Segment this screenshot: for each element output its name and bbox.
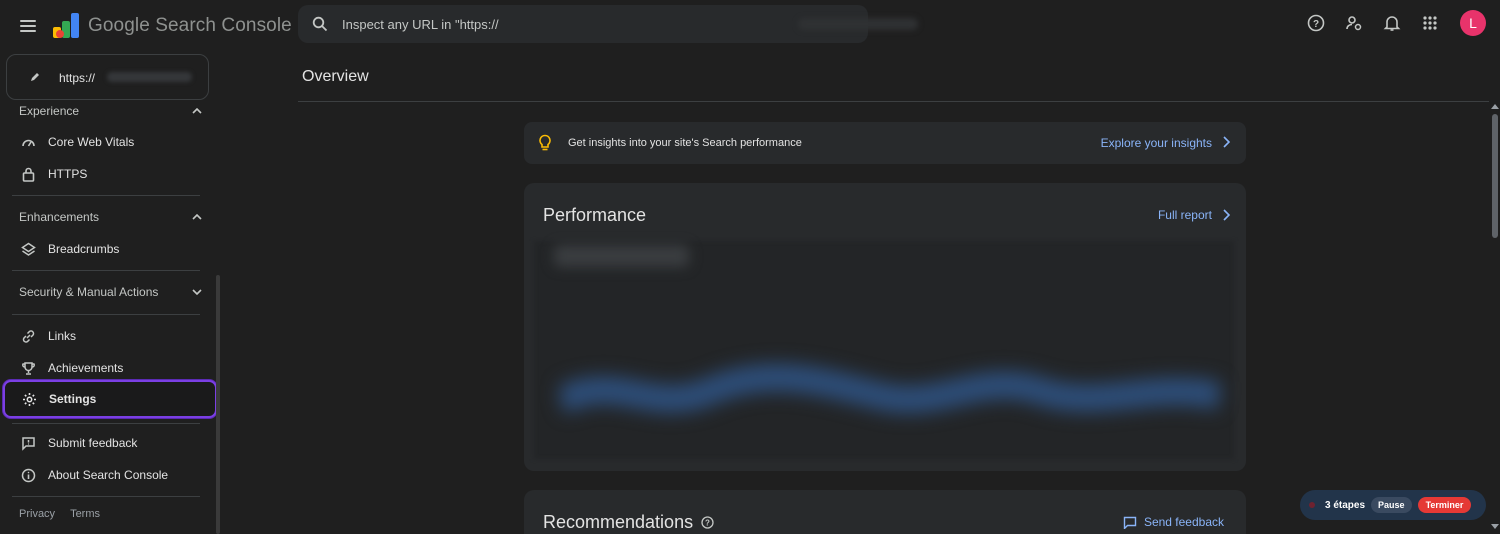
redacted-property xyxy=(107,72,192,82)
sidebar-footer: Privacy Terms xyxy=(19,508,100,520)
search-input[interactable] xyxy=(342,5,852,43)
help-icon[interactable]: ? xyxy=(1304,11,1328,35)
search-icon xyxy=(312,16,328,32)
url-inspection-search[interactable] xyxy=(298,5,918,43)
lock-icon xyxy=(20,166,36,182)
section-title: Security & Manual Actions xyxy=(19,285,159,299)
recommendations-title: Recommendations ? xyxy=(543,512,714,533)
redacted-chart-line xyxy=(560,363,1220,414)
section-enhancements[interactable]: Enhancements xyxy=(19,207,202,227)
page-title: Overview xyxy=(302,68,369,85)
sidebar-item-label: HTTPS xyxy=(48,167,88,181)
section-experience[interactable]: Experience xyxy=(19,101,202,121)
sidebar-item-https[interactable]: HTTPS xyxy=(6,159,212,189)
svg-text:?: ? xyxy=(705,519,710,528)
redacted-total-clicks xyxy=(554,245,689,267)
sidebar-item-core-web-vitals[interactable]: Core Web Vitals xyxy=(6,127,212,157)
sidebar-item-label: Links xyxy=(48,329,77,343)
full-report-link[interactable]: Full report xyxy=(1158,208,1212,222)
sidebar-item-label: Core Web Vitals xyxy=(48,135,135,149)
search-console-logo xyxy=(53,13,79,38)
section-title: Enhancements xyxy=(19,210,100,224)
sidebar-item-label: Achievements xyxy=(48,361,124,375)
step-count: 3 étapes xyxy=(1325,499,1366,511)
sidebar-item-breadcrumbs[interactable]: Breadcrumbs xyxy=(6,234,212,264)
redacted-url xyxy=(798,18,918,30)
help-icon[interactable]: ? xyxy=(701,516,714,529)
link-icon xyxy=(20,328,36,344)
sidebar-item-links[interactable]: Links xyxy=(6,321,212,351)
divider xyxy=(12,270,200,271)
main-scrollbar-thumb[interactable] xyxy=(1492,114,1498,238)
manage-users-icon[interactable] xyxy=(1342,11,1366,35)
account-avatar[interactable]: L xyxy=(1460,10,1486,36)
property-selector[interactable]: https:// xyxy=(6,54,209,100)
gauge-icon xyxy=(20,134,36,150)
performance-title: Performance xyxy=(543,205,647,225)
send-feedback-label: Send feedback xyxy=(1143,515,1224,529)
performance-card: Performance Full report xyxy=(524,183,1246,471)
recommendations-title-text: Recommendations xyxy=(543,512,694,532)
explore-insights-link[interactable]: Explore your insights xyxy=(1101,136,1212,150)
chevron-up-icon xyxy=(192,108,202,114)
sidebar-scrollbar[interactable] xyxy=(216,275,220,534)
recording-dot-icon xyxy=(1309,502,1315,508)
feedback-icon xyxy=(1123,516,1137,529)
scroll-down-arrow[interactable] xyxy=(1491,524,1499,529)
chevron-down-icon xyxy=(192,289,202,295)
sidebar-item-label: About Search Console xyxy=(48,468,169,482)
insights-banner: Get insights into your site's Search per… xyxy=(524,122,1246,164)
privacy-link[interactable]: Privacy xyxy=(19,508,55,520)
divider xyxy=(12,314,200,315)
lightbulb-icon xyxy=(539,134,551,151)
layers-icon xyxy=(20,241,36,257)
recommendations-card: Recommendations ? Send feedback xyxy=(524,490,1246,534)
sidebar-nav: Experience Core Web Vitals HTTPS Enhance… xyxy=(0,100,222,534)
sidebar-item-achievements[interactable]: Achievements xyxy=(6,353,212,383)
sidebar-item-submit-feedback[interactable]: Submit feedback xyxy=(6,428,212,458)
section-security-manual-actions[interactable]: Security & Manual Actions xyxy=(19,282,202,302)
terms-link[interactable]: Terms xyxy=(70,508,100,520)
finish-button[interactable]: Terminer xyxy=(1417,497,1472,513)
sidebar-item-about[interactable]: About Search Console xyxy=(6,460,212,490)
gear-icon xyxy=(21,391,37,407)
sidebar-item-label: Settings xyxy=(49,392,97,406)
divider xyxy=(12,423,200,424)
notifications-icon[interactable] xyxy=(1380,11,1404,35)
menu-icon[interactable] xyxy=(14,12,42,40)
insights-text: Get insights into your site's Search per… xyxy=(568,137,802,149)
step-recorder-widget: 3 étapes Pause Terminer xyxy=(1300,490,1486,520)
divider xyxy=(12,195,200,196)
pause-button[interactable]: Pause xyxy=(1371,497,1412,513)
section-title: Experience xyxy=(19,104,80,118)
sidebar-item-label: Submit feedback xyxy=(48,436,138,450)
send-feedback-button[interactable]: Send feedback xyxy=(1123,515,1224,529)
chevron-right-icon xyxy=(1223,136,1230,148)
top-app-bar: Google Search Console ? L xyxy=(0,0,1500,52)
divider xyxy=(298,101,1490,102)
apps-grid-icon[interactable] xyxy=(1418,11,1442,35)
sidebar-item-label: Breadcrumbs xyxy=(48,242,120,256)
property-url: https:// xyxy=(59,71,96,85)
property-edit-icon xyxy=(31,73,39,81)
app-title: Google Search Console xyxy=(88,15,292,36)
feedback-icon xyxy=(20,435,36,451)
info-icon xyxy=(20,467,36,483)
svg-text:?: ? xyxy=(1313,19,1319,30)
header-actions: ? L xyxy=(1304,10,1486,36)
divider xyxy=(12,496,200,497)
chevron-right-icon xyxy=(1223,209,1230,221)
sidebar-item-settings[interactable]: Settings xyxy=(3,380,217,418)
chevron-up-icon xyxy=(192,214,202,220)
trophy-icon xyxy=(20,360,36,376)
scroll-up-arrow[interactable] xyxy=(1491,104,1499,109)
